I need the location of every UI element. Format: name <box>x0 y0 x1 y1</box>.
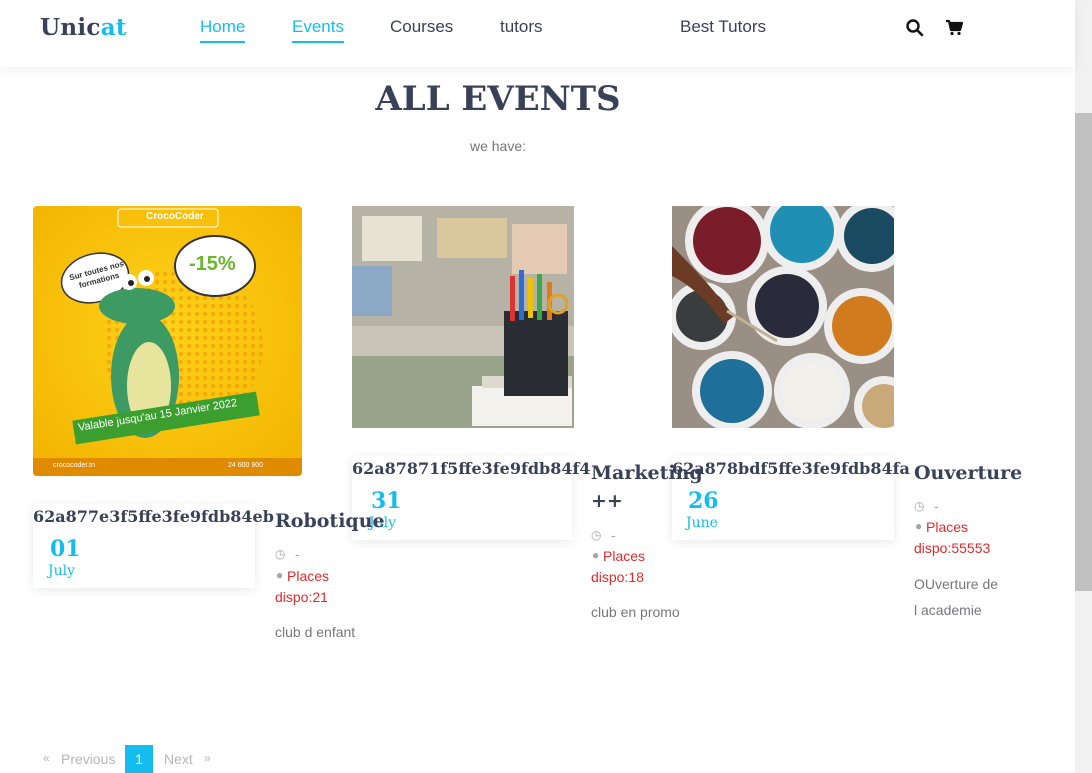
logo[interactable]: Unicat <box>40 14 127 41</box>
event-month: July <box>48 563 76 579</box>
nav-events[interactable]: Events <box>292 17 344 43</box>
event-image-marketing[interactable] <box>352 206 574 428</box>
nav-courses[interactable]: Courses <box>390 17 453 37</box>
event-image-robotique[interactable]: CrocoCoder Sur toutes nos formations -15… <box>33 206 302 476</box>
page-title: ALL EVENTS <box>375 79 621 119</box>
nav-tutors[interactable]: tutors <box>500 17 543 37</box>
poster-brand: CrocoCoder <box>146 211 204 222</box>
prev-arrow-icon[interactable]: « <box>43 751 50 765</box>
nav-best-tutors[interactable]: Best Tutors <box>680 17 766 37</box>
event-image-ouverture[interactable] <box>672 206 894 428</box>
event-title[interactable]: Robotique <box>275 507 385 535</box>
logo-accent: at <box>100 14 127 41</box>
event-month: June <box>686 515 718 531</box>
page-subtitle: we have: <box>469 138 527 154</box>
scrollbar-thumb[interactable] <box>1075 113 1092 591</box>
event-description: OUverture de l academie <box>914 576 999 618</box>
event-id: 62a87871f5ffe3fe9fdb84f4 <box>352 459 591 478</box>
event-places: Places dispo:18 <box>591 548 646 585</box>
clock-icon: ◷ <box>275 547 286 561</box>
site-header: Unicat Home Events Courses tutors Best T… <box>0 0 1075 67</box>
next-arrow-icon[interactable]: » <box>204 751 211 765</box>
event-id: 62a878bdf5ffe3fe9fdb84fa <box>672 459 910 478</box>
clock-icon: ◷ <box>591 528 602 542</box>
scrollbar[interactable] <box>1075 0 1092 773</box>
event-time: - <box>934 498 939 514</box>
poster-footer-right: 24 600 900 <box>228 462 264 469</box>
event-description: club en promo <box>591 604 680 620</box>
event-day: 01 <box>50 536 81 562</box>
nav-home[interactable]: Home <box>200 17 246 43</box>
cart-icon[interactable] <box>945 18 965 38</box>
event-time: - <box>295 546 300 562</box>
clock-icon: ◷ <box>914 499 925 513</box>
event-title[interactable]: Ouverture <box>914 459 1022 487</box>
event-places: Places dispo:55553 <box>914 519 991 556</box>
event-id: 62a877e3f5ffe3fe9fdb84eb <box>33 507 274 526</box>
page-number-current[interactable]: 1 <box>125 745 153 773</box>
event-description: club d enfant <box>275 624 356 640</box>
event-title[interactable]: Marketing ++ <box>591 459 703 515</box>
poster-footer-left: crococoder.tn <box>53 462 96 469</box>
event-time: - <box>611 527 616 543</box>
event-day: 26 <box>688 488 719 514</box>
logo-text: Unic <box>40 14 101 41</box>
prev-page-link[interactable]: Previous <box>61 751 115 767</box>
next-page-link[interactable]: Next <box>164 751 193 767</box>
search-icon[interactable] <box>905 18 925 38</box>
event-places: Places dispo:21 <box>275 568 330 605</box>
poster-discount: -15% <box>189 253 236 275</box>
